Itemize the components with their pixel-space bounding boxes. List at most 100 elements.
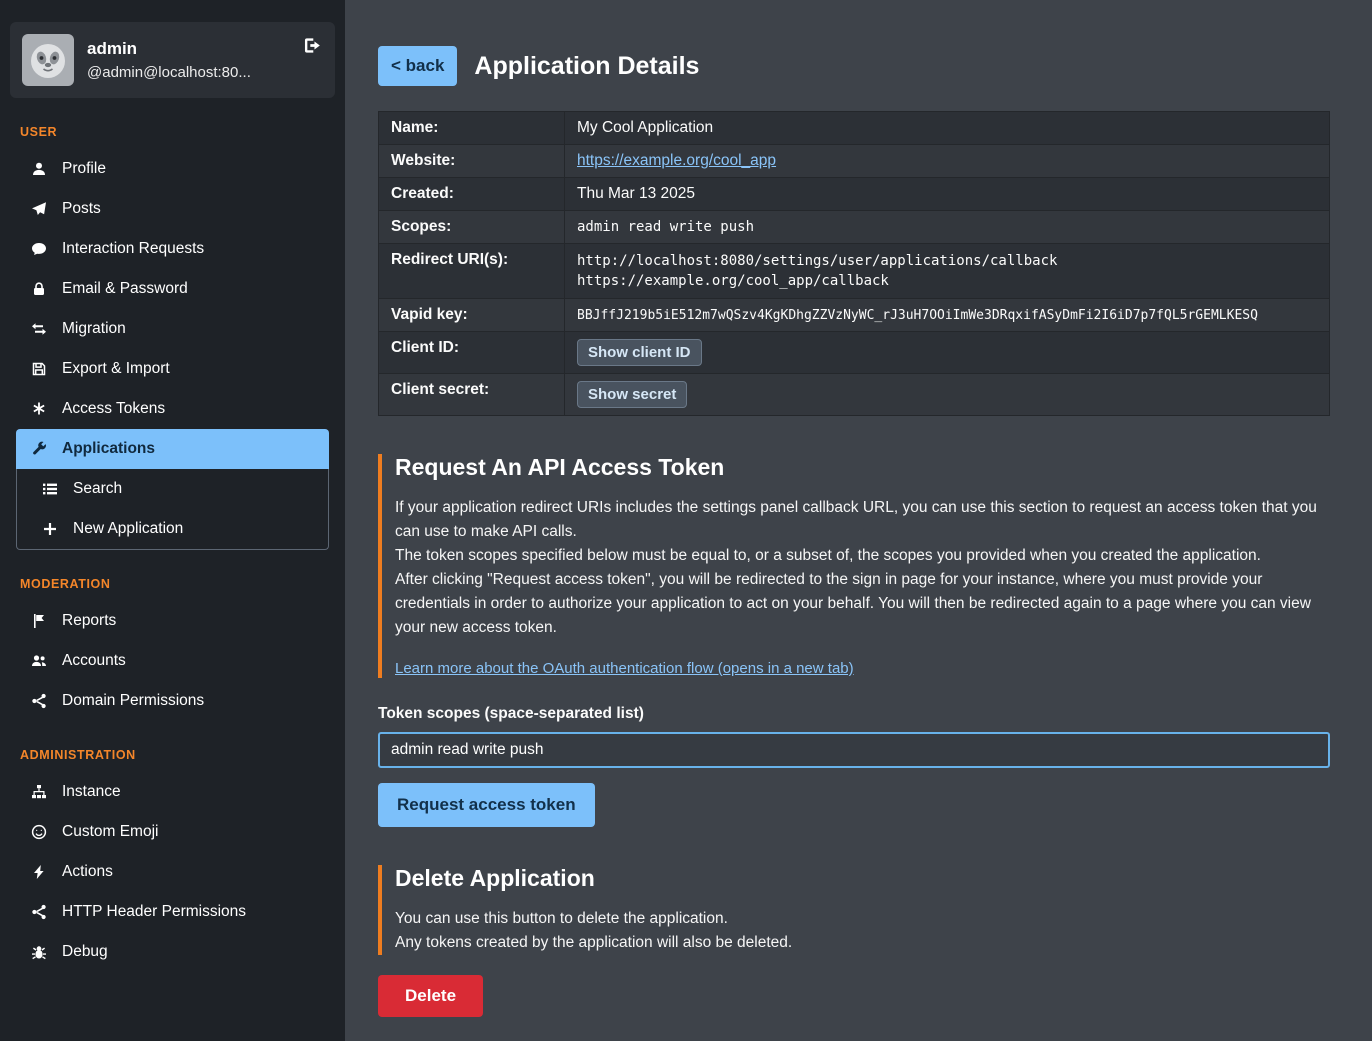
back-button[interactable]: < back	[378, 46, 457, 86]
show-client-id-button[interactable]: Show client ID	[577, 339, 702, 366]
sidebar-item-label: Reports	[62, 612, 116, 630]
detail-label: Vapid key:	[379, 299, 565, 332]
token-scopes-input[interactable]	[378, 732, 1330, 768]
sidebar-item-domain-permissions[interactable]: Domain Permissions	[16, 681, 329, 721]
user-name: admin	[87, 39, 251, 59]
sidebar-item-applications-search[interactable]: Search	[17, 469, 328, 509]
table-row-vapid-key: Vapid key: BBJffJ219b5iE512m7wQSzv4KgKDh…	[379, 299, 1330, 332]
detail-value: Show client ID	[565, 332, 1330, 374]
detail-label: Client ID:	[379, 332, 565, 374]
sidebar-item-posts[interactable]: Posts	[16, 189, 329, 229]
sidebar-item-custom-emoji[interactable]: Custom Emoji	[16, 812, 329, 852]
user-card: admin @admin@localhost:80...	[10, 22, 335, 98]
sidebar-item-label: Custom Emoji	[62, 823, 158, 841]
oauth-docs-link[interactable]: Learn more about the OAuth authenticatio…	[395, 660, 854, 677]
detail-value: Show secret	[565, 374, 1330, 416]
request-token-paragraph: The token scopes specified below must be…	[395, 544, 1330, 568]
lock-icon	[30, 281, 48, 297]
sidebar-item-new-application[interactable]: New Application	[17, 509, 328, 549]
user-handle: @admin@localhost:80...	[87, 64, 251, 81]
sidebar-item-accounts[interactable]: Accounts	[16, 641, 329, 681]
asterisk-icon	[30, 401, 48, 417]
flag-icon	[30, 613, 48, 629]
sidebar-item-label: Email & Password	[62, 280, 188, 298]
sidebar-item-label: Profile	[62, 160, 106, 178]
show-secret-button[interactable]: Show secret	[577, 381, 687, 408]
plus-icon	[41, 521, 59, 537]
sidebar-item-http-header-permissions[interactable]: HTTP Header Permissions	[16, 892, 329, 932]
request-token-paragraph: After clicking "Request access token", y…	[395, 568, 1330, 640]
applications-submenu: Search New Application	[16, 469, 329, 550]
section-label-administration: ADMINISTRATION	[20, 748, 335, 762]
detail-value: admin read write push	[565, 211, 1330, 244]
redirect-uri: https://example.org/cool_app/callback	[577, 271, 1317, 291]
sidebar-item-email-password[interactable]: Email & Password	[16, 269, 329, 309]
table-row-scopes: Scopes: admin read write push	[379, 211, 1330, 244]
sidebar-item-migration[interactable]: Migration	[16, 309, 329, 349]
sidebar-item-label: Migration	[62, 320, 126, 338]
sidebar-item-label: HTTP Header Permissions	[62, 903, 246, 921]
token-scopes-label: Token scopes (space-separated list)	[378, 705, 1330, 723]
bolt-icon	[30, 864, 48, 880]
share-nodes-icon	[30, 693, 48, 709]
request-token-section: Request An API Access Token If your appl…	[378, 454, 1330, 678]
smiley-icon	[30, 824, 48, 840]
delete-application-title: Delete Application	[395, 865, 1330, 892]
share-nodes-icon	[30, 904, 48, 920]
page-header: < back Application Details	[378, 46, 1330, 86]
sidebar-item-label: Instance	[62, 783, 121, 801]
detail-value: Thu Mar 13 2025	[565, 178, 1330, 211]
bug-icon	[30, 944, 48, 960]
table-row-client-id: Client ID: Show client ID	[379, 332, 1330, 374]
sidebar-item-access-tokens[interactable]: Access Tokens	[16, 389, 329, 429]
website-link[interactable]: https://example.org/cool_app	[577, 152, 776, 169]
sitemap-icon	[30, 784, 48, 800]
sidebar-item-label: Debug	[62, 943, 108, 961]
sidebar-item-label: New Application	[73, 520, 183, 538]
table-row-redirect-uris: Redirect URI(s): http://localhost:8080/s…	[379, 244, 1330, 299]
sidebar-item-label: Search	[73, 480, 122, 498]
sidebar-item-label: Access Tokens	[62, 400, 165, 418]
sidebar-item-profile[interactable]: Profile	[16, 149, 329, 189]
table-row-name: Name: My Cool Application	[379, 112, 1330, 145]
comment-icon	[30, 241, 48, 257]
application-details-table: Name: My Cool Application Website: https…	[378, 111, 1330, 416]
sidebar-item-actions[interactable]: Actions	[16, 852, 329, 892]
user-icon	[30, 161, 48, 177]
detail-value: My Cool Application	[565, 112, 1330, 145]
paper-plane-icon	[30, 201, 48, 217]
sidebar-nav: USER Profile Posts Interaction Requests …	[10, 125, 335, 972]
sidebar-item-debug[interactable]: Debug	[16, 932, 329, 972]
detail-label: Name:	[379, 112, 565, 145]
sloth-avatar-image	[22, 34, 74, 86]
delete-application-line: Any tokens created by the application wi…	[395, 931, 1330, 955]
sidebar: admin @admin@localhost:80... USER Profil…	[0, 0, 345, 1041]
delete-button[interactable]: Delete	[378, 975, 483, 1017]
table-row-client-secret: Client secret: Show secret	[379, 374, 1330, 416]
logout-button[interactable]	[300, 34, 323, 57]
sidebar-item-instance[interactable]: Instance	[16, 772, 329, 812]
sidebar-item-label: Domain Permissions	[62, 692, 204, 710]
avatar	[22, 34, 74, 86]
request-access-token-button[interactable]: Request access token	[378, 783, 595, 827]
sidebar-item-reports[interactable]: Reports	[16, 601, 329, 641]
floppy-disk-icon	[30, 361, 48, 377]
sidebar-item-applications[interactable]: Applications	[16, 429, 329, 469]
redirect-uri: http://localhost:8080/settings/user/appl…	[577, 251, 1317, 271]
sidebar-item-label: Applications	[62, 440, 155, 458]
transfer-arrows-icon	[30, 321, 48, 337]
sidebar-item-label: Posts	[62, 200, 101, 218]
section-label-moderation: MODERATION	[20, 577, 335, 591]
sidebar-item-label: Actions	[62, 863, 113, 881]
sidebar-item-interaction-requests[interactable]: Interaction Requests	[16, 229, 329, 269]
applications-group: Applications Search New Application	[10, 429, 335, 550]
detail-label: Created:	[379, 178, 565, 211]
main-content: < back Application Details Name: My Cool…	[345, 0, 1372, 1041]
table-row-website: Website: https://example.org/cool_app	[379, 145, 1330, 178]
table-row-created: Created: Thu Mar 13 2025	[379, 178, 1330, 211]
list-icon	[41, 481, 59, 497]
page-title: Application Details	[474, 52, 699, 81]
delete-application-line: You can use this button to delete the ap…	[395, 907, 1330, 931]
sidebar-item-label: Export & Import	[62, 360, 170, 378]
sidebar-item-export-import[interactable]: Export & Import	[16, 349, 329, 389]
